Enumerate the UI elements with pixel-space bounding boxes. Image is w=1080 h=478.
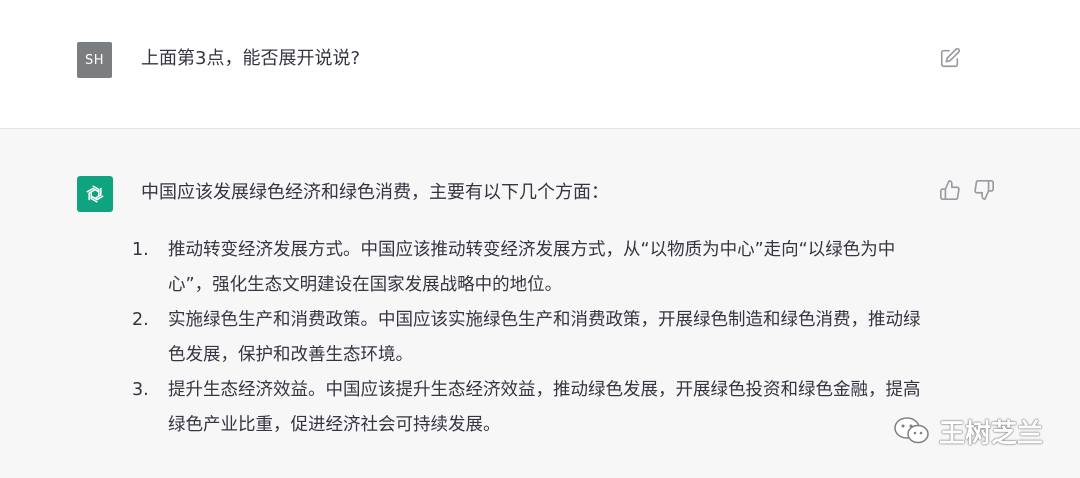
watermark: 王树芝兰 xyxy=(893,413,1043,449)
user-message-text: 上面第3点，能否展开说说? xyxy=(141,48,361,69)
assistant-intro-text: 中国应该发展绿色经济和绿色消费，主要有以下几个方面： xyxy=(141,182,609,203)
watermark-text: 王树芝兰 xyxy=(939,418,1044,449)
user-avatar: SH xyxy=(77,42,112,78)
list-item-number: 2. xyxy=(132,310,149,330)
list-item: 3. 提升生态经济效益。中国应该提升生态经济效益，推动绿色发展，开展绿色投资和绿… xyxy=(132,373,932,443)
thumbs-up-icon[interactable] xyxy=(939,179,961,201)
openai-logo-icon xyxy=(86,185,104,203)
list-item-number: 3. xyxy=(132,380,149,400)
list-item-text: 实施绿色生产和消费政策。中国应该实施绿色生产和消费政策，开展绿色制造和绿色消费，… xyxy=(168,310,921,365)
assistant-avatar xyxy=(77,176,113,212)
edit-icon[interactable] xyxy=(939,47,961,69)
user-avatar-initials: SH xyxy=(84,52,105,68)
assistant-message: 中国应该发展绿色经济和绿色消费，主要有以下几个方面： 1. 推动转变经济发展方式… xyxy=(0,129,1080,478)
user-message: SH 上面第3点，能否展开说说? xyxy=(0,0,1080,129)
wechat-icon xyxy=(894,417,929,444)
thumbs-down-icon[interactable] xyxy=(973,179,995,201)
list-item-text: 提升生态经济效益。中国应该提升生态经济效益，推动绿色发展，开展绿色投资和绿色金融… xyxy=(168,380,921,435)
list-item: 2. 实施绿色生产和消费政策。中国应该实施绿色生产和消费政策，开展绿色制造和绿色… xyxy=(132,303,932,373)
list-item-text: 推动转变经济发展方式。中国应该推动转变经济发展方式，从“以物质为中心”走向“以绿… xyxy=(168,240,896,295)
list-item: 1. 推动转变经济发展方式。中国应该推动转变经济发展方式，从“以物质为中心”走向… xyxy=(132,233,932,303)
assistant-list: 1. 推动转变经济发展方式。中国应该推动转变经济发展方式，从“以物质为中心”走向… xyxy=(132,233,932,443)
list-item-number: 1. xyxy=(132,240,149,260)
